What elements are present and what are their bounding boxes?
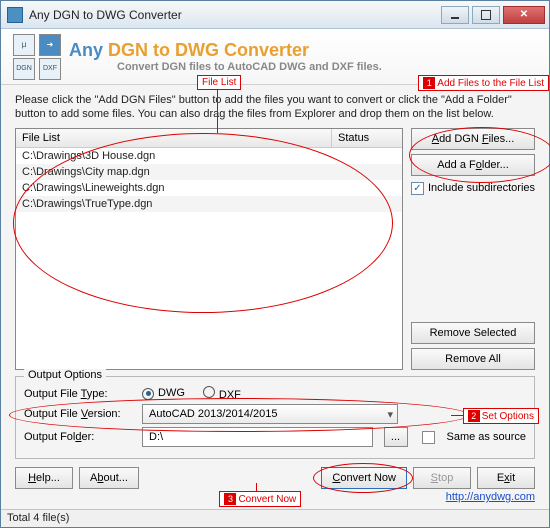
logo-icon-arrow: ➜ — [39, 34, 61, 56]
remove-selected-button[interactable]: Remove Selected — [411, 322, 535, 344]
annotation-step2: 2Set Options — [463, 408, 539, 424]
annotation-step3: 3Convert Now — [219, 491, 301, 507]
close-button[interactable]: ✕ — [503, 6, 545, 24]
app-icon — [7, 7, 23, 23]
logo-icon-mu: μ — [13, 34, 35, 56]
annotation-num-1: 1 — [423, 77, 435, 89]
main-window: Any DGN to DWG Converter ✕ μ DGN ➜ DXF A… — [0, 0, 550, 528]
logo-icon-dxf: DXF — [39, 58, 61, 80]
logo-group: μ DGN ➜ DXF — [13, 34, 61, 80]
output-folder-label: Output Folder: — [24, 431, 134, 443]
same-as-source-label: Same as source — [447, 431, 526, 443]
radio-dwg[interactable]: DWG — [142, 387, 185, 400]
include-subdirs-checkbox[interactable]: ✓ — [411, 182, 424, 195]
minimize-button[interactable] — [441, 6, 469, 24]
instructions-text: Please click the "Add DGN Files" button … — [15, 93, 535, 122]
output-type-radio-group: DWG DXF — [142, 386, 241, 401]
output-version-select[interactable]: AutoCAD 2013/2014/2015 — [142, 404, 398, 424]
banner-title: DGN to DWG Converter — [108, 40, 309, 60]
include-subdirs-label: Include subdirectories — [428, 182, 535, 194]
annotation-filelist: File List — [197, 75, 241, 90]
about-button[interactable]: About... — [79, 467, 139, 489]
output-type-label: Output File Type: — [24, 388, 134, 400]
radio-dxf-icon — [203, 386, 215, 398]
convert-now-button[interactable]: Convert Now — [321, 467, 407, 489]
output-options-group: Output Options Output File Type: DWG DXF… — [15, 376, 535, 459]
file-list[interactable]: File List Status C:\Drawings\3D House.dg… — [15, 128, 403, 370]
file-row[interactable]: C:\Drawings\3D House.dgn — [16, 148, 402, 164]
bottom-button-row: Help... About... Convert Now Stop Exit — [15, 467, 535, 489]
file-row[interactable]: C:\Drawings\Lineweights.dgn — [16, 180, 402, 196]
banner-text: Any DGN to DWG Converter Convert DGN fil… — [69, 40, 382, 73]
output-folder-input[interactable]: D:\ — [142, 427, 373, 447]
remove-all-button[interactable]: Remove All — [411, 348, 535, 370]
radio-dxf[interactable]: DXF — [203, 386, 241, 401]
col-header-status[interactable]: Status — [332, 129, 402, 147]
include-subdirs-row[interactable]: ✓ Include subdirectories — [411, 182, 535, 195]
annotation-num-3: 3 — [224, 493, 236, 505]
website-link[interactable]: http://anydwg.com — [446, 491, 535, 503]
statusbar: Total 4 file(s) — [1, 509, 549, 527]
file-list-header: File List Status — [16, 129, 402, 148]
help-button[interactable]: Help... — [15, 467, 73, 489]
window-title: Any DGN to DWG Converter — [29, 8, 438, 22]
body-area: File List 1Add Files to the File List Pl… — [1, 85, 549, 509]
add-folder-button[interactable]: Add a Folder... — [411, 154, 535, 176]
logo-icon-dgn: DGN — [13, 58, 35, 80]
exit-button[interactable]: Exit — [477, 467, 535, 489]
maximize-button[interactable] — [472, 6, 500, 24]
titlebar: Any DGN to DWG Converter ✕ — [1, 1, 549, 29]
file-row[interactable]: C:\Drawings\City map.dgn — [16, 164, 402, 180]
output-options-legend: Output Options — [24, 369, 106, 381]
add-dgn-files-button[interactable]: Add DGN Files... — [411, 128, 535, 150]
same-as-source-checkbox[interactable] — [422, 431, 435, 444]
annotation-line-1 — [217, 89, 218, 133]
output-version-label: Output File Version: — [24, 408, 134, 420]
radio-dwg-icon — [142, 388, 154, 400]
banner-subtitle: Convert DGN files to AutoCAD DWG and DXF… — [117, 61, 382, 73]
stop-button[interactable]: Stop — [413, 467, 471, 489]
col-header-file[interactable]: File List — [16, 129, 332, 147]
browse-folder-button[interactable]: ... — [384, 427, 408, 447]
side-buttons: Add DGN Files... Add a Folder... ✓ Inclu… — [411, 128, 535, 370]
file-row[interactable]: C:\Drawings\TrueType.dgn — [16, 196, 402, 212]
banner-prefix: Any — [69, 40, 103, 60]
annotation-num-2: 2 — [468, 410, 480, 422]
file-list-rows: C:\Drawings\3D House.dgn C:\Drawings\Cit… — [16, 148, 402, 369]
annotation-step1: 1Add Files to the File List — [418, 75, 549, 91]
